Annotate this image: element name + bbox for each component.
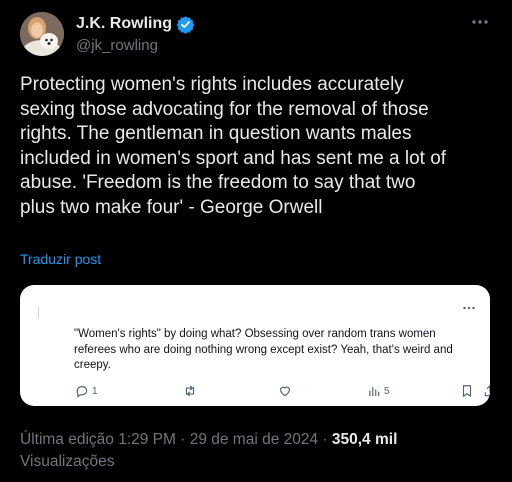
more-options-icon[interactable] [470,14,490,30]
post-metadata: Última edição 1:29 PM · 29 de mai de 202… [20,429,490,473]
quoted-views-action: 5 [367,384,390,398]
quoted-bookmark-action [460,384,474,398]
quoted-post-more-icon [462,299,476,310]
repost-icon [185,385,195,397]
quoted-share-action [483,384,490,398]
author-handle[interactable]: @jk_rowling [76,37,195,54]
quoted-repost-action [183,384,197,398]
quoted-reply-count: 1 [92,385,98,397]
views-label: Visualizações [20,453,115,470]
translate-post-link[interactable]: Traduzir post [20,251,101,267]
quoted-like-action [278,384,292,398]
author-names: J.K. Rowling @jk_rowling [76,13,195,54]
views-count: 350,4 mil [331,431,398,448]
quoted-post-actions: 1 5 [75,384,490,400]
heart-icon [280,386,290,397]
bookmark-icon [462,385,472,397]
reply-icon [76,386,88,398]
quoted-post-text: "Women's rights" by doing what? Obsessin… [74,328,453,371]
quoted-view-count: 5 [384,385,390,397]
verified-badge-icon[interactable] [176,15,195,34]
quoted-reply-action: 1 [75,384,98,398]
tweet-header: J.K. Rowling @jk_rowling [20,12,496,56]
quoted-post-thread-line [38,307,39,319]
quoted-post-screenshot[interactable]: "Women's rights" by doing what? Obsessin… [20,285,490,406]
author-display-name[interactable]: J.K. Rowling [76,15,172,33]
author-avatar[interactable] [20,12,64,56]
share-icon [484,385,490,397]
edit-timestamp[interactable]: Última edição 1:29 PM · 29 de mai de 202… [20,431,332,448]
tweet-text: Protecting women's rights includes accur… [20,74,447,218]
analytics-icon [369,386,380,397]
